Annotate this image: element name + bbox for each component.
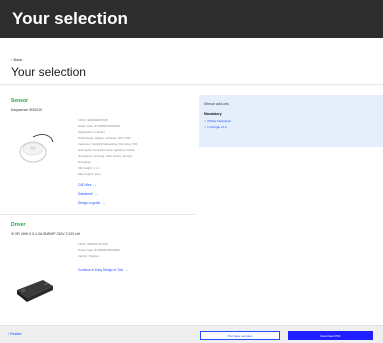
addon-item[interactable]: ✓ in Dongle v2.0 xyxy=(204,125,227,129)
arrow-right-icon: → xyxy=(93,183,97,187)
page-title: Your selection xyxy=(11,65,86,79)
cad-files-link[interactable]: CAD files → xyxy=(78,183,96,187)
header-title: Your selection xyxy=(12,9,128,28)
spec-row: Max height: 14 m xyxy=(78,172,102,176)
addons-title: Sensor add-ons xyxy=(204,102,229,106)
restart-link[interactable]: ‹ Restart xyxy=(8,332,21,336)
easy-design-in-link[interactable]: Continue in Easy Design-in Tool → xyxy=(78,268,128,272)
arrow-right-icon: → xyxy=(102,201,106,205)
sensor-section-label: Sensor xyxy=(11,98,28,104)
divider xyxy=(0,84,383,85)
addon-item[interactable]: ✓ Philips Field Apps xyxy=(204,119,231,123)
driver-product-image xyxy=(17,280,53,302)
sensor-specs: 12NC: 929002807208 Order code: 871869675… xyxy=(78,117,137,177)
sensor-addons-panel: Sensor add-ons Mandatory ✓ Philips Field… xyxy=(199,95,383,147)
footer-bar: ‹ Restart Purchase samples Download PDF xyxy=(0,325,383,343)
app-header: Your selection xyxy=(0,0,383,38)
datasheet-link[interactable]: Datasheet → xyxy=(78,192,98,196)
download-pdf-button[interactable]: Download PDF xyxy=(288,331,373,340)
back-link[interactable]: ‹ Back xyxy=(11,57,22,62)
driver-product-name: Xi SR 40W 0.3-1.0A SNEMP 230V C103 sXt xyxy=(11,232,80,236)
link-label: Design-in guide xyxy=(78,201,101,205)
link-label: Continue in Easy Design-in Tool xyxy=(78,268,124,272)
spec-row: Family: Outdoor xyxy=(78,254,100,258)
driver-section-label: Driver xyxy=(11,222,26,228)
divider xyxy=(0,214,195,215)
link-label: CAD files xyxy=(78,183,92,187)
design-in-guide-link[interactable]: Design-in guide → xyxy=(78,201,105,205)
sensor-product-name: Easysense SNS210 xyxy=(11,108,43,112)
addons-subtitle: Mandatory xyxy=(204,112,222,116)
sensor-product-image xyxy=(19,134,54,163)
link-label: Datasheet xyxy=(78,192,93,196)
purchase-samples-button[interactable]: Purchase samples xyxy=(200,331,280,340)
arrow-right-icon: → xyxy=(94,192,98,196)
arrow-right-icon: → xyxy=(125,268,129,272)
driver-specs: 12NC: 929001767408 Order code: 871869976… xyxy=(78,241,120,259)
